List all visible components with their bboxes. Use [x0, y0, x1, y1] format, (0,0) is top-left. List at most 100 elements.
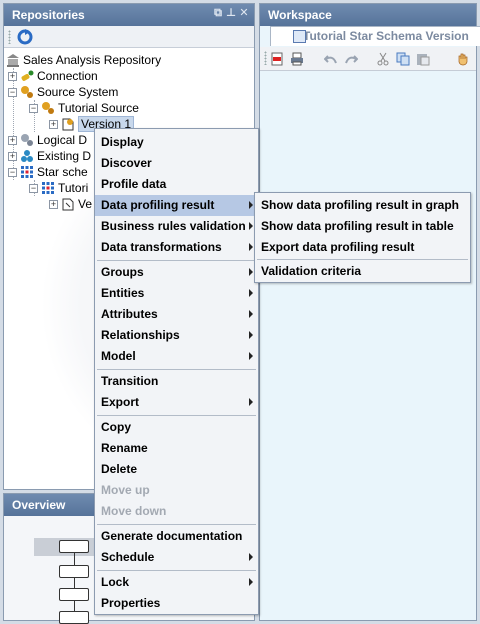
source-icon [42, 102, 54, 114]
menu-item-copy[interactable]: Copy [95, 417, 258, 438]
cut-icon[interactable] [376, 52, 390, 66]
menu-item-display[interactable]: Display [95, 132, 258, 153]
menu-item-profile-data[interactable]: Profile data [95, 174, 258, 195]
undo-icon[interactable] [324, 52, 338, 66]
toolbar-grip [8, 30, 11, 44]
menu-item-attributes[interactable]: Attributes [95, 304, 258, 325]
submenu-arrow-icon [249, 398, 253, 406]
submenu-item-show-table[interactable]: Show data profiling result in table [255, 216, 470, 237]
collapse-toggle[interactable]: − [8, 87, 17, 97]
version-icon [62, 118, 74, 131]
source-system-icon [21, 86, 33, 98]
overview-node [59, 565, 89, 578]
expand-toggle[interactable]: + [49, 119, 58, 129]
repositories-title: Repositories [12, 8, 85, 22]
menu-item-business-rules-validation[interactable]: Business rules validation [95, 216, 258, 237]
menu-separator [97, 524, 256, 525]
submenu-item-validation-criteria[interactable]: Validation criteria [255, 261, 470, 282]
menu-item-schedule[interactable]: Schedule [95, 547, 258, 568]
menu-item-transition[interactable]: Transition [95, 371, 258, 392]
menu-item-data-transformations[interactable]: Data transformations [95, 237, 258, 258]
copy-icon[interactable] [396, 52, 410, 66]
menu-item-discover[interactable]: Discover [95, 153, 258, 174]
menu-item-relationships[interactable]: Relationships [95, 325, 258, 346]
workspace-title: Workspace [268, 8, 332, 22]
menu-separator [97, 369, 256, 370]
version-icon [62, 198, 74, 211]
tree-node-star-version[interactable]: + Ve [49, 196, 92, 212]
collapse-toggle[interactable]: − [8, 167, 17, 177]
menu-item-move-up: Move up [101, 483, 150, 497]
menu-item-data-profiling-result[interactable]: Data profiling result [95, 195, 258, 216]
workspace-canvas[interactable] [260, 71, 476, 620]
submenu-arrow-icon [249, 578, 253, 586]
overview-node [59, 540, 89, 553]
expand-toggle[interactable]: + [8, 135, 17, 145]
menu-item-properties[interactable]: Properties [95, 593, 258, 614]
submenu-arrow-icon [249, 289, 253, 297]
paste-icon[interactable] [416, 52, 430, 66]
submenu-item-export-result[interactable]: Export data profiling result [255, 237, 470, 258]
expand-toggle[interactable]: + [49, 199, 58, 209]
workspace-panel: Workspace Tutorial Star Schema Version [259, 3, 480, 621]
context-menu: Display Discover Profile data Data profi… [94, 128, 259, 615]
menu-separator [257, 259, 468, 260]
repositories-toolbar [4, 26, 254, 48]
restore-icon[interactable]: ⧉ [213, 7, 223, 19]
menu-item-entities[interactable]: Entities [95, 283, 258, 304]
menu-separator [97, 570, 256, 571]
menu-item-delete[interactable]: Delete [95, 459, 258, 480]
collapse-toggle[interactable]: − [29, 183, 38, 193]
toolbar-grip [264, 51, 267, 65]
tree-node-existing[interactable]: + Existing D [8, 148, 91, 164]
submenu-arrow-icon [249, 331, 253, 339]
menu-item-lock[interactable]: Lock [95, 572, 258, 593]
repositories-header: Repositories ⧉ ⊥ ✕ [4, 4, 254, 26]
menu-item-model[interactable]: Model [95, 346, 258, 367]
menu-item-export[interactable]: Export [95, 392, 258, 413]
overview-node [59, 611, 89, 624]
menu-item-generate-documentation[interactable]: Generate documentation [95, 526, 258, 547]
tree-node-source-system[interactable]: − Source System [8, 84, 118, 100]
workspace-tab[interactable]: Tutorial Star Schema Version [270, 26, 480, 46]
tree-node-root[interactable]: Sales Analysis Repository [6, 52, 161, 68]
tree-node-star-schema[interactable]: − Star sche [8, 164, 88, 180]
tree-node-tutorial-star[interactable]: − Tutori [29, 180, 88, 196]
tree-node-connection[interactable]: + Connection [8, 68, 98, 84]
pin-icon[interactable]: ⊥ [226, 7, 236, 19]
redo-icon[interactable] [344, 52, 358, 66]
close-icon[interactable]: ✕ [239, 7, 249, 19]
workspace-header: Workspace [260, 4, 476, 26]
workspace-tab-label: Tutorial Star Schema Version [303, 29, 469, 43]
star-schema-icon [21, 166, 33, 178]
submenu-arrow-icon [249, 310, 253, 318]
print-icon[interactable] [290, 52, 304, 66]
existing-icon [21, 150, 33, 162]
menu-separator [97, 415, 256, 416]
pdf-icon[interactable] [270, 52, 284, 66]
tree-node-tutorial-source[interactable]: − Tutorial Source [29, 100, 139, 116]
collapse-toggle[interactable]: − [29, 103, 38, 113]
submenu-item-show-graph[interactable]: Show data profiling result in graph [255, 195, 470, 216]
schema-tab-icon [293, 30, 306, 43]
logical-model-icon [21, 134, 33, 146]
expand-toggle[interactable]: + [8, 151, 17, 161]
menu-item-groups[interactable]: Groups [95, 262, 258, 283]
menu-item-move-down: Move down [101, 504, 167, 518]
submenu-arrow-icon [249, 352, 253, 360]
data-profiling-submenu: Show data profiling result in graph Show… [254, 192, 471, 283]
submenu-arrow-icon [249, 222, 253, 230]
expand-toggle[interactable]: + [8, 71, 17, 81]
pan-hand-icon[interactable] [456, 52, 470, 66]
submenu-arrow-icon [249, 553, 253, 561]
submenu-arrow-icon [249, 268, 253, 276]
refresh-icon[interactable] [17, 29, 33, 45]
tree-node-logical[interactable]: + Logical D [8, 132, 87, 148]
submenu-arrow-icon [249, 201, 253, 209]
connection-icon [21, 70, 34, 81]
repository-icon [7, 54, 19, 67]
workspace-toolbar [260, 47, 476, 71]
menu-item-rename[interactable]: Rename [95, 438, 258, 459]
overview-title: Overview [12, 498, 66, 512]
menu-separator [97, 260, 256, 261]
